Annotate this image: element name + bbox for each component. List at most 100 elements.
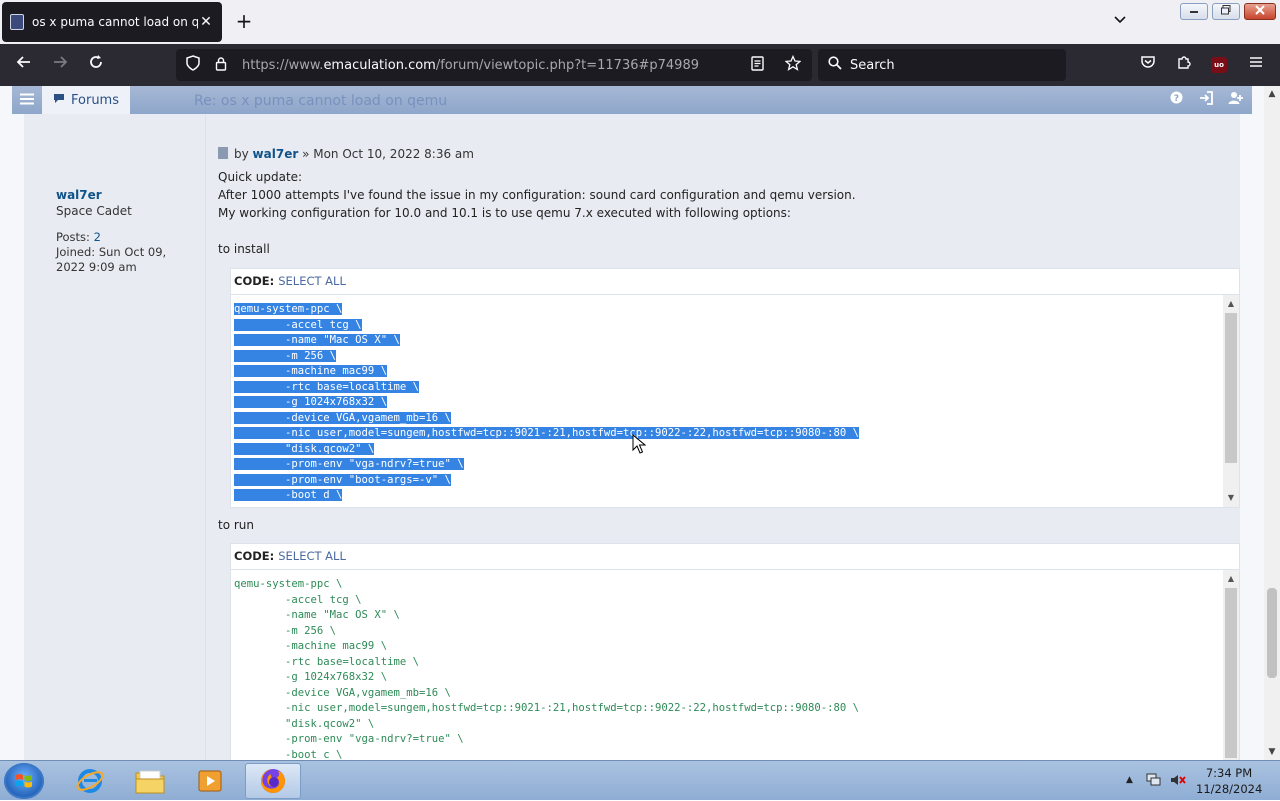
network-icon[interactable]: [1146, 773, 1162, 790]
topic-title-behind-nav[interactable]: Re: os x puma cannot load on qemu: [194, 93, 447, 109]
bookmark-star-icon[interactable]: [782, 54, 804, 75]
profile-joined: Joined: Sun Oct 09, 2022 9:09 am: [56, 245, 167, 274]
reload-icon[interactable]: [84, 53, 108, 77]
paragraph-1: Quick update:: [218, 170, 303, 184]
code-line: -machine mac99 \: [234, 640, 388, 652]
page-scroll-down-icon[interactable]: ▼: [1264, 744, 1280, 760]
new-tab-button[interactable]: +: [232, 10, 256, 34]
scroll-up-icon[interactable]: ▲: [1223, 297, 1239, 311]
install-code-area[interactable]: qemu-system-ppc \ -accel tcg \ -name "Ma…: [231, 295, 1239, 507]
code-line: "disk.qcow2" \: [234, 442, 375, 455]
forums-label: Forums: [71, 92, 119, 108]
svg-text:?: ?: [1173, 94, 1178, 104]
window-restore-button[interactable]: [1212, 3, 1240, 20]
browser-tab[interactable]: os x puma cannot load on qemu ✕: [2, 2, 222, 42]
code-line: -rtc base=localtime \: [234, 380, 419, 393]
lock-icon[interactable]: [210, 56, 232, 75]
code-line: -prom-env "boot-args=-v" \: [234, 473, 451, 486]
code-scrollbar[interactable]: ▲ ▼: [1223, 295, 1239, 507]
post-author-link[interactable]: wal7er: [253, 147, 299, 161]
url-text[interactable]: https://www.emaculation.com/forum/viewto…: [242, 58, 740, 73]
search-input[interactable]: Search: [818, 49, 1066, 81]
post-profile: wal7er Space Cadet Posts: 2 Joined: Sun …: [46, 114, 206, 760]
page-scrollbar[interactable]: ▲ ▼: [1264, 86, 1280, 760]
app-menu-hamburger-icon[interactable]: [1244, 53, 1268, 77]
window-close-button[interactable]: [1244, 3, 1276, 20]
code-line: -m 256 \: [234, 349, 337, 362]
post-date: » Mon Oct 10, 2022 8:36 am: [302, 147, 474, 161]
posts-label: Posts:: [56, 230, 90, 244]
code-line: -prom-env "vga-ndrv?=true" \: [234, 458, 464, 470]
code-line: -accel tcg \: [234, 318, 362, 331]
reader-view-icon[interactable]: [746, 55, 768, 75]
login-icon[interactable]: [1197, 91, 1215, 109]
run-code-area[interactable]: qemu-system-ppc \ -accel tcg \ -name "Ma…: [231, 570, 1239, 760]
code-label: CODE:: [234, 274, 275, 288]
tab-strip: os x puma cannot load on qemu ✕ +: [0, 0, 1280, 44]
file-explorer-icon[interactable]: [122, 763, 178, 799]
window-minimize-button[interactable]: [1180, 3, 1208, 20]
code-label: CODE:: [234, 549, 275, 563]
code-header: CODE: SELECT ALL: [231, 544, 1239, 570]
scroll-thumb[interactable]: [1225, 313, 1237, 463]
code-line: -accel tcg \: [234, 593, 362, 606]
code-line: -name "Mac OS X" \: [234, 334, 400, 346]
tracking-shield-icon[interactable]: [182, 55, 204, 75]
start-button[interactable]: [4, 763, 44, 799]
show-hidden-icons-icon[interactable]: ▲: [1126, 775, 1133, 785]
scroll-up-icon[interactable]: ▲: [1223, 572, 1239, 586]
ublock-extension-icon[interactable]: uo: [1211, 57, 1227, 73]
back-arrow-icon[interactable]: [12, 53, 36, 77]
media-player-icon[interactable]: [182, 763, 238, 799]
code-line: -boot d \: [234, 489, 343, 501]
code-scrollbar[interactable]: ▲ ▼: [1223, 570, 1239, 760]
post-meta: by wal7er » Mon Oct 10, 2022 8:36 am: [218, 147, 474, 161]
volume-muted-icon[interactable]: [1170, 773, 1186, 790]
code-line: -device VGA,vgamem_mb=16 \: [234, 686, 451, 699]
select-all-link[interactable]: SELECT ALL: [278, 549, 346, 563]
search-icon: [828, 56, 842, 74]
code-line: -boot c \: [234, 748, 343, 761]
speech-bubble-icon: [53, 93, 65, 107]
code-line: -g 1024x768x32 \: [234, 671, 388, 683]
page-favicon-icon: [10, 14, 24, 30]
taskbar-clock[interactable]: 7:34 PM 11/28/2024: [1196, 765, 1262, 797]
page-scroll-thumb[interactable]: [1267, 588, 1277, 678]
scroll-down-icon[interactable]: ▼: [1223, 491, 1239, 505]
code-line: "disk.qcow2" \: [234, 717, 375, 730]
help-icon[interactable]: ?: [1167, 91, 1185, 109]
forum-menu-icon[interactable]: [18, 90, 36, 110]
internet-explorer-icon[interactable]: [62, 763, 118, 799]
meta-by: by: [234, 147, 249, 161]
tab-close-icon[interactable]: ✕: [198, 14, 214, 30]
paragraph-2: After 1000 attempts I've found the issue…: [218, 188, 856, 202]
navigation-toolbar: https://www.emaculation.com/forum/viewto…: [0, 44, 1280, 86]
code-line: -rtc base=localtime \: [234, 655, 419, 668]
profile-username-link[interactable]: wal7er: [56, 188, 102, 202]
clock-time: 7:34 PM: [1205, 766, 1253, 780]
run-code-lines: qemu-system-ppc \ -accel tcg \ -name "Ma…: [234, 577, 859, 760]
run-code-box: CODE: SELECT ALL qemu-system-ppc \ -accel…: [230, 543, 1240, 760]
code-line: -m 256 \: [234, 624, 337, 637]
scroll-thumb[interactable]: [1225, 588, 1237, 758]
web-page: Forums Re: os x puma cannot load on qemu…: [0, 86, 1264, 760]
pocket-icon[interactable]: [1136, 53, 1160, 77]
register-user-icon[interactable]: [1227, 91, 1245, 109]
posts-count-link[interactable]: 2: [94, 230, 101, 244]
firefox-taskbar-button[interactable]: [245, 763, 301, 799]
post-link-icon[interactable]: [218, 147, 228, 159]
forward-arrow-icon[interactable]: [48, 53, 72, 77]
install-code-box: CODE: SELECT ALL qemu-system-ppc \ -accel…: [230, 268, 1240, 508]
extensions-puzzle-icon[interactable]: [1172, 53, 1196, 77]
tab-title: os x puma cannot load on qemu: [32, 15, 198, 29]
code-line: -nic user,model=sungem,hostfwd=tcp::9021…: [234, 702, 860, 714]
address-bar[interactable]: https://www.emaculation.com/forum/viewto…: [176, 49, 812, 81]
code-line: qemu-system-ppc \: [234, 303, 343, 315]
list-tabs-chevron-icon[interactable]: [1110, 12, 1130, 32]
page-scroll-up-icon[interactable]: ▲: [1264, 86, 1280, 102]
select-all-link[interactable]: SELECT ALL: [278, 274, 346, 288]
windows-logo-icon: [16, 774, 32, 788]
run-label: to run: [218, 518, 255, 532]
forums-tab[interactable]: Forums: [42, 86, 130, 114]
profile-posts: Posts: 2: [56, 230, 101, 244]
